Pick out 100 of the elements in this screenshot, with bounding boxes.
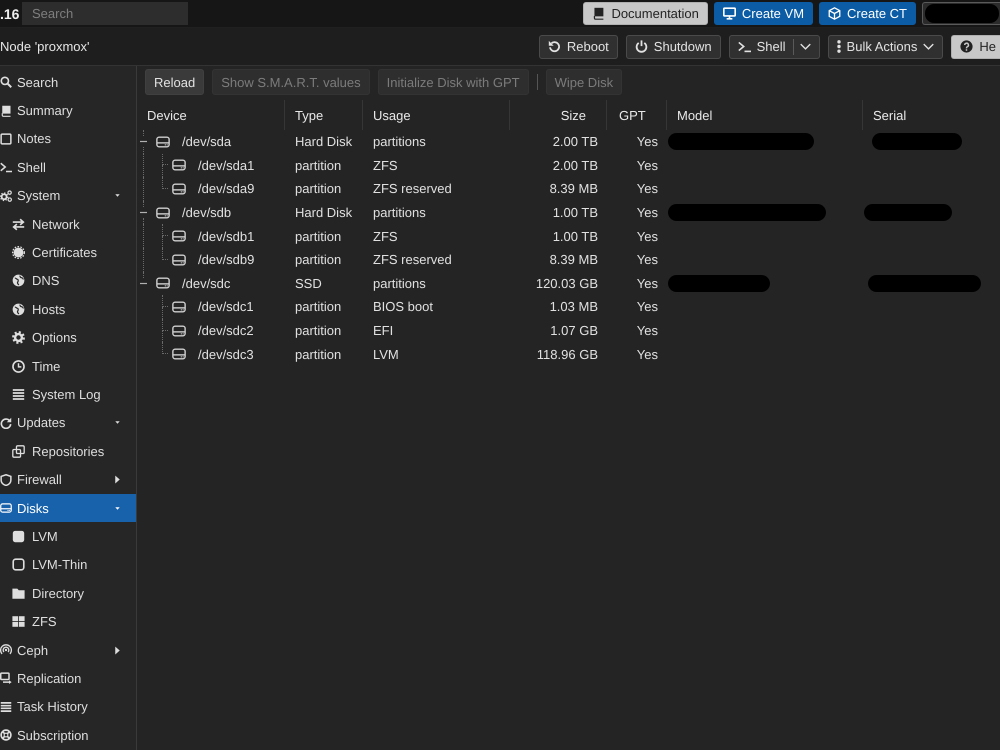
table-cell-text: Yes [636, 346, 659, 364]
column-header[interactable]: Device [137, 100, 285, 130]
table-cell-text: ZFS [372, 228, 399, 246]
caret-down-icon[interactable] [113, 193, 122, 198]
create-vm-button[interactable]: Create VM [714, 2, 814, 25]
documentation-button[interactable]: Documentation [583, 2, 708, 25]
table-cell: /dev/sdc [182, 276, 230, 291]
table-cell-text: BIOS boot [372, 298, 434, 316]
reboot-button[interactable]: Reboot [538, 34, 618, 58]
life-ring-icon [0, 729, 12, 742]
sidebar-item[interactable]: Directory [0, 579, 136, 608]
table-cell-text: 2.00 TB [552, 133, 599, 152]
hard-drive-icon [172, 347, 186, 362]
table-cell-text: partitions [372, 274, 427, 293]
table-cell-text: EFI [372, 322, 394, 340]
sidebar-item[interactable]: Subscription [0, 720, 136, 750]
folder-icon [12, 586, 25, 600]
table-cell-text: 1.03 MB [548, 298, 599, 316]
help-button[interactable]: He [951, 34, 1000, 58]
sidebar-item[interactable]: Disks [0, 494, 136, 522]
sidebar-item[interactable]: DNS [0, 266, 136, 296]
caret-down-icon[interactable] [113, 420, 122, 426]
sidebar-item[interactable]: Shell [0, 153, 136, 182]
book-icon [592, 7, 606, 20]
sidebar-item[interactable]: Replication [0, 664, 136, 693]
sidebar-item[interactable]: Firewall [0, 465, 136, 494]
table-cell-text: Yes [636, 298, 659, 316]
column-header[interactable]: Model [667, 100, 863, 130]
chevron-down-icon [923, 43, 934, 50]
caret-right-icon[interactable] [113, 475, 122, 484]
sidebar-item[interactable]: Repositories [0, 437, 136, 466]
sidebar-item[interactable]: LVM [0, 522, 136, 551]
table-cell-text: partition [294, 322, 342, 340]
table-cell-text: ZFS reserved [372, 180, 453, 198]
bulk-actions-button[interactable]: Bulk Actions [828, 34, 944, 58]
table-cell-text: Hard Disk [294, 133, 354, 152]
shield-icon [0, 474, 12, 486]
table-cell-text: Yes [636, 133, 659, 152]
replicate-icon [0, 672, 12, 684]
table-cell-text: 1.00 TB [552, 228, 599, 246]
sidebar-item[interactable]: Ceph [0, 636, 136, 664]
power-icon [634, 40, 648, 53]
search-icon [0, 76, 12, 88]
table-cell-text: Yes [636, 204, 659, 222]
column-header[interactable]: Serial [863, 100, 1000, 130]
copy-icon [12, 444, 25, 458]
sidebar-item[interactable]: Task History [0, 692, 136, 721]
sidebar-item[interactable]: Network [0, 210, 136, 238]
column-header[interactable]: Size [510, 100, 607, 130]
caret-right-icon[interactable] [113, 646, 122, 654]
column-header[interactable]: Usage [363, 100, 510, 130]
table-cell-text: partition [294, 156, 342, 175]
square-icon [12, 558, 25, 572]
caret-down-icon[interactable] [113, 506, 122, 511]
sidebar-item[interactable]: Options [0, 324, 136, 352]
table-cell-text: SSD [294, 274, 323, 293]
hard-drive-icon [0, 502, 12, 514]
grid-icon [12, 615, 25, 628]
sidebar-item[interactable]: System [0, 182, 136, 210]
search-field[interactable]: Search [22, 2, 188, 25]
hard-drive-icon [172, 229, 186, 244]
sidebar-item[interactable]: Updates [0, 408, 136, 438]
list-icon [12, 388, 25, 401]
sidebar-item[interactable]: Hosts [0, 295, 136, 324]
sidebar-item[interactable]: Search [0, 68, 136, 96]
create-ct-button[interactable]: Create CT [819, 2, 916, 25]
shell-button[interactable]: Shell [728, 34, 820, 58]
sidebar-item[interactable]: System Log [0, 380, 136, 409]
version-label: .16 [0, 6, 18, 22]
exchange-arrows-icon [12, 218, 25, 231]
sidebar-item[interactable]: Time [0, 352, 136, 380]
table-cell: /dev/sdb1 [198, 228, 254, 244]
sidebar-item[interactable]: ZFS [0, 607, 136, 636]
sidebar-item[interactable]: Notes [0, 124, 136, 154]
chevron-down-icon [800, 43, 811, 50]
shutdown-button[interactable]: Shutdown [626, 34, 721, 58]
column-header[interactable]: Type [285, 100, 363, 130]
table-cell: /dev/sdc3 [198, 346, 254, 362]
table-cell-text: Yes [636, 156, 659, 175]
hard-drive-icon [172, 252, 186, 267]
sidebar-item[interactable]: LVM-Thin [0, 550, 136, 580]
column-header[interactable]: GPT [607, 100, 667, 130]
filled-square-icon [12, 530, 25, 543]
table-cell-text: partition [294, 346, 342, 364]
table-cell: /dev/sda1 [198, 158, 254, 173]
sidebar-item[interactable]: Summary [0, 96, 136, 125]
globe-icon [12, 302, 25, 316]
reload-button[interactable]: Reload [145, 69, 204, 95]
table-cell-text: ZFS [372, 156, 399, 175]
table-cell: /dev/sdb [182, 205, 232, 220]
sidebar-item[interactable]: Certificates [0, 238, 136, 267]
table-cell-text: Yes [636, 180, 659, 198]
table-cell-text: partition [294, 228, 342, 246]
table-cell-text: ZFS reserved [372, 251, 453, 270]
table-cell-text: partition [294, 180, 342, 198]
hard-drive-icon [156, 206, 170, 220]
globe-icon [12, 274, 25, 288]
table-cell-text: partitions [372, 133, 427, 152]
refresh-icon [0, 416, 12, 429]
terminal-icon [0, 161, 12, 174]
